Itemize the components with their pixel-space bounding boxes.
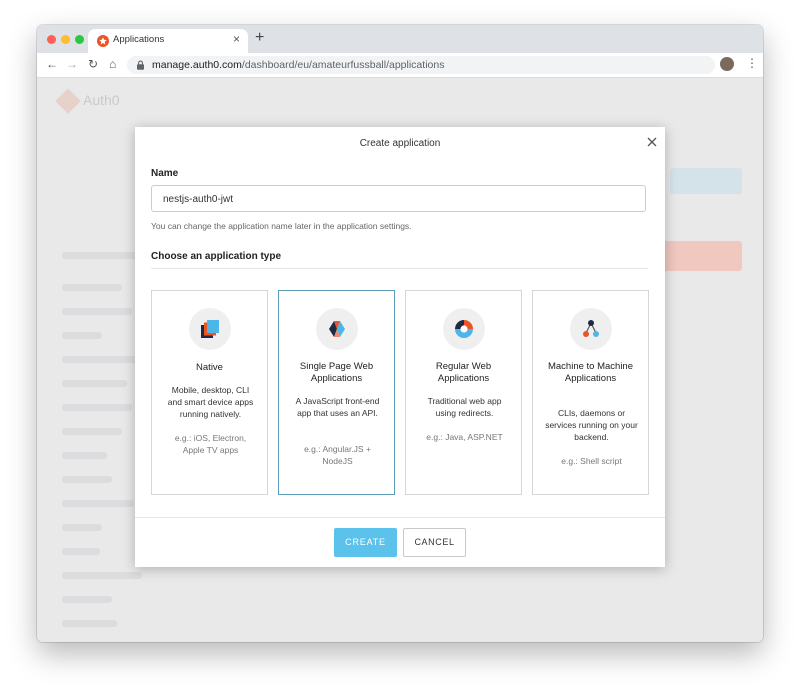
divider — [151, 268, 648, 269]
type-label: Choose an application type — [151, 251, 282, 262]
card-description: Traditional web app using redirects. — [427, 396, 502, 418]
browser-menu-icon[interactable]: ⋮ — [746, 56, 758, 70]
background-button — [670, 168, 742, 194]
background-sidebar-item — [62, 476, 112, 483]
url-text: manage.auth0.com/dashboard/eu/amateurfus… — [152, 59, 444, 71]
cancel-button[interactable]: CANCEL — [403, 528, 466, 557]
single-page-app-icon — [316, 308, 358, 350]
background-sidebar-item — [62, 572, 142, 579]
card-example: e.g.: Angular.JS + NodeJS — [304, 444, 371, 466]
card-title: Native — [196, 362, 223, 373]
tab-close-icon[interactable]: × — [233, 32, 240, 46]
forward-icon[interactable]: → — [66, 57, 78, 71]
background-sidebar-item — [62, 452, 107, 459]
browser-window: Applications × + ← → ↻ ⌂ manage.auth0.co… — [37, 25, 763, 642]
card-title: Single Page Web Applications — [299, 361, 374, 384]
name-hint: You can change the application name late… — [151, 221, 412, 231]
card-description: CLIs, daemons or services running on you… — [545, 408, 638, 442]
browser-toolbar: ← → ↻ ⌂ manage.auth0.com/dashboard/eu/am… — [37, 53, 763, 78]
application-name-input[interactable]: nestjs-auth0-jwt — [151, 185, 646, 212]
new-tab-button[interactable]: + — [255, 30, 264, 46]
background-brand: Auth0 — [83, 92, 120, 108]
zoom-window-button[interactable] — [75, 35, 84, 44]
minimize-window-button[interactable] — [61, 35, 70, 44]
page-overlay: Auth0 Create application Name nestjs-aut… — [37, 78, 763, 642]
background-sidebar-item — [62, 524, 102, 531]
browser-tab[interactable]: Applications × — [88, 29, 248, 53]
auth0-favicon-icon — [97, 35, 109, 47]
machine-to-machine-icon — [570, 308, 612, 350]
dialog-title: Create application — [359, 138, 441, 149]
background-sidebar-item — [62, 356, 137, 363]
background-sidebar-item — [62, 284, 122, 291]
background-sidebar-item — [62, 252, 142, 259]
card-example: e.g.: Java, ASP.NET — [426, 432, 503, 442]
card-description: Mobile, desktop, CLI and smart device ap… — [167, 385, 254, 419]
app-type-card-regular-web[interactable]: Regular Web Applications Traditional web… — [405, 290, 522, 495]
tab-title: Applications — [113, 34, 165, 45]
background-sidebar-item — [62, 308, 132, 315]
close-icon[interactable] — [645, 135, 659, 149]
background-sidebar-item — [62, 620, 117, 627]
home-icon[interactable]: ⌂ — [109, 57, 116, 71]
close-window-button[interactable] — [47, 35, 56, 44]
name-label: Name — [151, 168, 179, 179]
auth0-logo-icon — [55, 88, 81, 114]
reload-icon[interactable]: ↻ — [88, 57, 98, 71]
card-description: A JavaScript front-end app that uses an … — [295, 396, 380, 418]
tab-bar: Applications × + — [37, 25, 763, 53]
create-button[interactable]: CREATE — [334, 528, 397, 557]
native-app-icon — [189, 308, 231, 350]
background-sidebar-item — [62, 428, 122, 435]
background-sidebar-item — [62, 500, 134, 507]
background-create-button — [662, 241, 742, 271]
url-host: manage.auth0.com — [152, 59, 242, 71]
background-sidebar-item — [62, 380, 127, 387]
background-sidebar-item — [62, 404, 132, 411]
address-bar[interactable]: manage.auth0.com/dashboard/eu/amateurfus… — [127, 56, 715, 74]
app-type-card-native[interactable]: Native Mobile, desktop, CLI and smart de… — [151, 290, 268, 495]
regular-web-app-icon — [443, 308, 485, 350]
footer-divider — [135, 517, 665, 518]
card-title: Regular Web Applications — [435, 361, 492, 384]
card-example: e.g.: iOS, Electron, Apple TV apps — [174, 433, 247, 455]
application-name-value: nestjs-auth0-jwt — [163, 194, 234, 205]
app-type-card-m2m[interactable]: Machine to Machine Applications CLIs, da… — [532, 290, 649, 495]
background-sidebar-item — [62, 548, 100, 555]
app-type-card-spa[interactable]: Single Page Web Applications A JavaScrip… — [278, 290, 395, 495]
background-sidebar-item — [62, 332, 102, 339]
create-application-dialog: Create application Name nestjs-auth0-jwt… — [135, 127, 665, 567]
profile-avatar[interactable] — [720, 57, 734, 71]
background-sidebar-item — [62, 596, 112, 603]
url-path: /dashboard/eu/amateurfussball/applicatio… — [241, 59, 445, 71]
card-example: e.g.: Shell script — [561, 456, 622, 466]
back-icon[interactable]: ← — [46, 57, 58, 71]
card-title: Machine to Machine Applications — [547, 361, 634, 384]
lock-icon — [137, 60, 144, 70]
